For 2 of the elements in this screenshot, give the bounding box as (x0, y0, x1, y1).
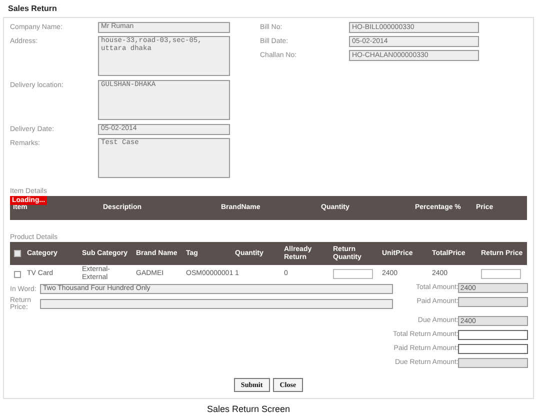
screenshot-caption: Sales Return Screen (206, 404, 292, 414)
page-title: Sales Return (7, 3, 58, 14)
